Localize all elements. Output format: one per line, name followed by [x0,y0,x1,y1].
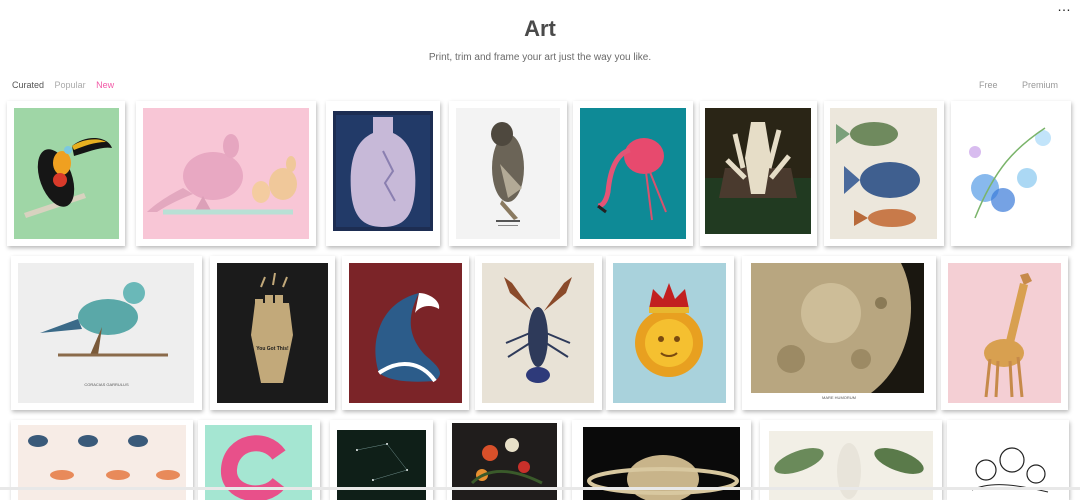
art-image-great-wave [349,263,462,403]
art-card-blue-vase[interactable] [326,101,440,246]
filter-premium[interactable]: Premium [1022,80,1058,90]
art-card-skeleton-hand[interactable] [700,101,817,246]
art-image-watercolor-flowers [955,108,1067,239]
art-card-flamingo[interactable] [573,101,693,246]
art-image-owl [456,108,560,239]
art-card-giraffe[interactable] [941,256,1068,410]
more-options-icon[interactable]: … [1057,0,1072,14]
art-card-watercolor-flowers[interactable] [951,101,1071,246]
tier-filters: Free Premium [957,80,1058,90]
art-card-owl[interactable] [449,101,567,246]
page-subtitle: Print, trim and frame your art just the … [428,52,652,63]
art-card-moon-crater[interactable]: MARE HUMORUM [742,256,936,410]
art-card-lobster[interactable] [475,256,602,410]
art-caption-skeleton-hand [700,235,817,240]
filter-popular[interactable]: Popular [55,80,86,90]
art-card-great-wave[interactable] [342,256,469,410]
art-text-fist: You Got This! [256,346,289,352]
filter-curated[interactable]: Curated [12,80,44,90]
art-card-fist-you-got-this[interactable]: You Got This! [210,256,335,410]
art-image-skeleton-hand [705,108,811,234]
art-image-lobster [482,263,594,403]
art-image-kangaroos [143,108,309,239]
art-image-blue-vase [333,111,433,231]
art-card-kangaroos[interactable] [136,101,316,246]
art-image-giraffe [948,263,1061,403]
art-image-moon-crater [751,263,924,393]
art-card-roller-bird[interactable]: CORACIAS GARRULUS [11,256,202,410]
art-image-fish [830,108,937,239]
filter-new[interactable]: New [96,80,114,90]
art-image-sun-crown [613,263,726,403]
art-card-toucan[interactable] [7,101,125,246]
sort-filters: Curated Popular New [12,80,122,90]
art-image-toucan [14,108,119,239]
art-image-fist-you-got-this [217,263,328,403]
page-title: Art [524,16,556,41]
art-card-sun-crown[interactable] [606,256,734,410]
art-caption-roller-bird: CORACIAS GARRULUS [84,382,129,387]
art-image-flamingo [580,108,686,239]
art-caption-moon-crater: MARE HUMORUM [822,395,856,400]
art-card-fish[interactable] [824,101,944,246]
filter-free[interactable]: Free [979,80,998,90]
